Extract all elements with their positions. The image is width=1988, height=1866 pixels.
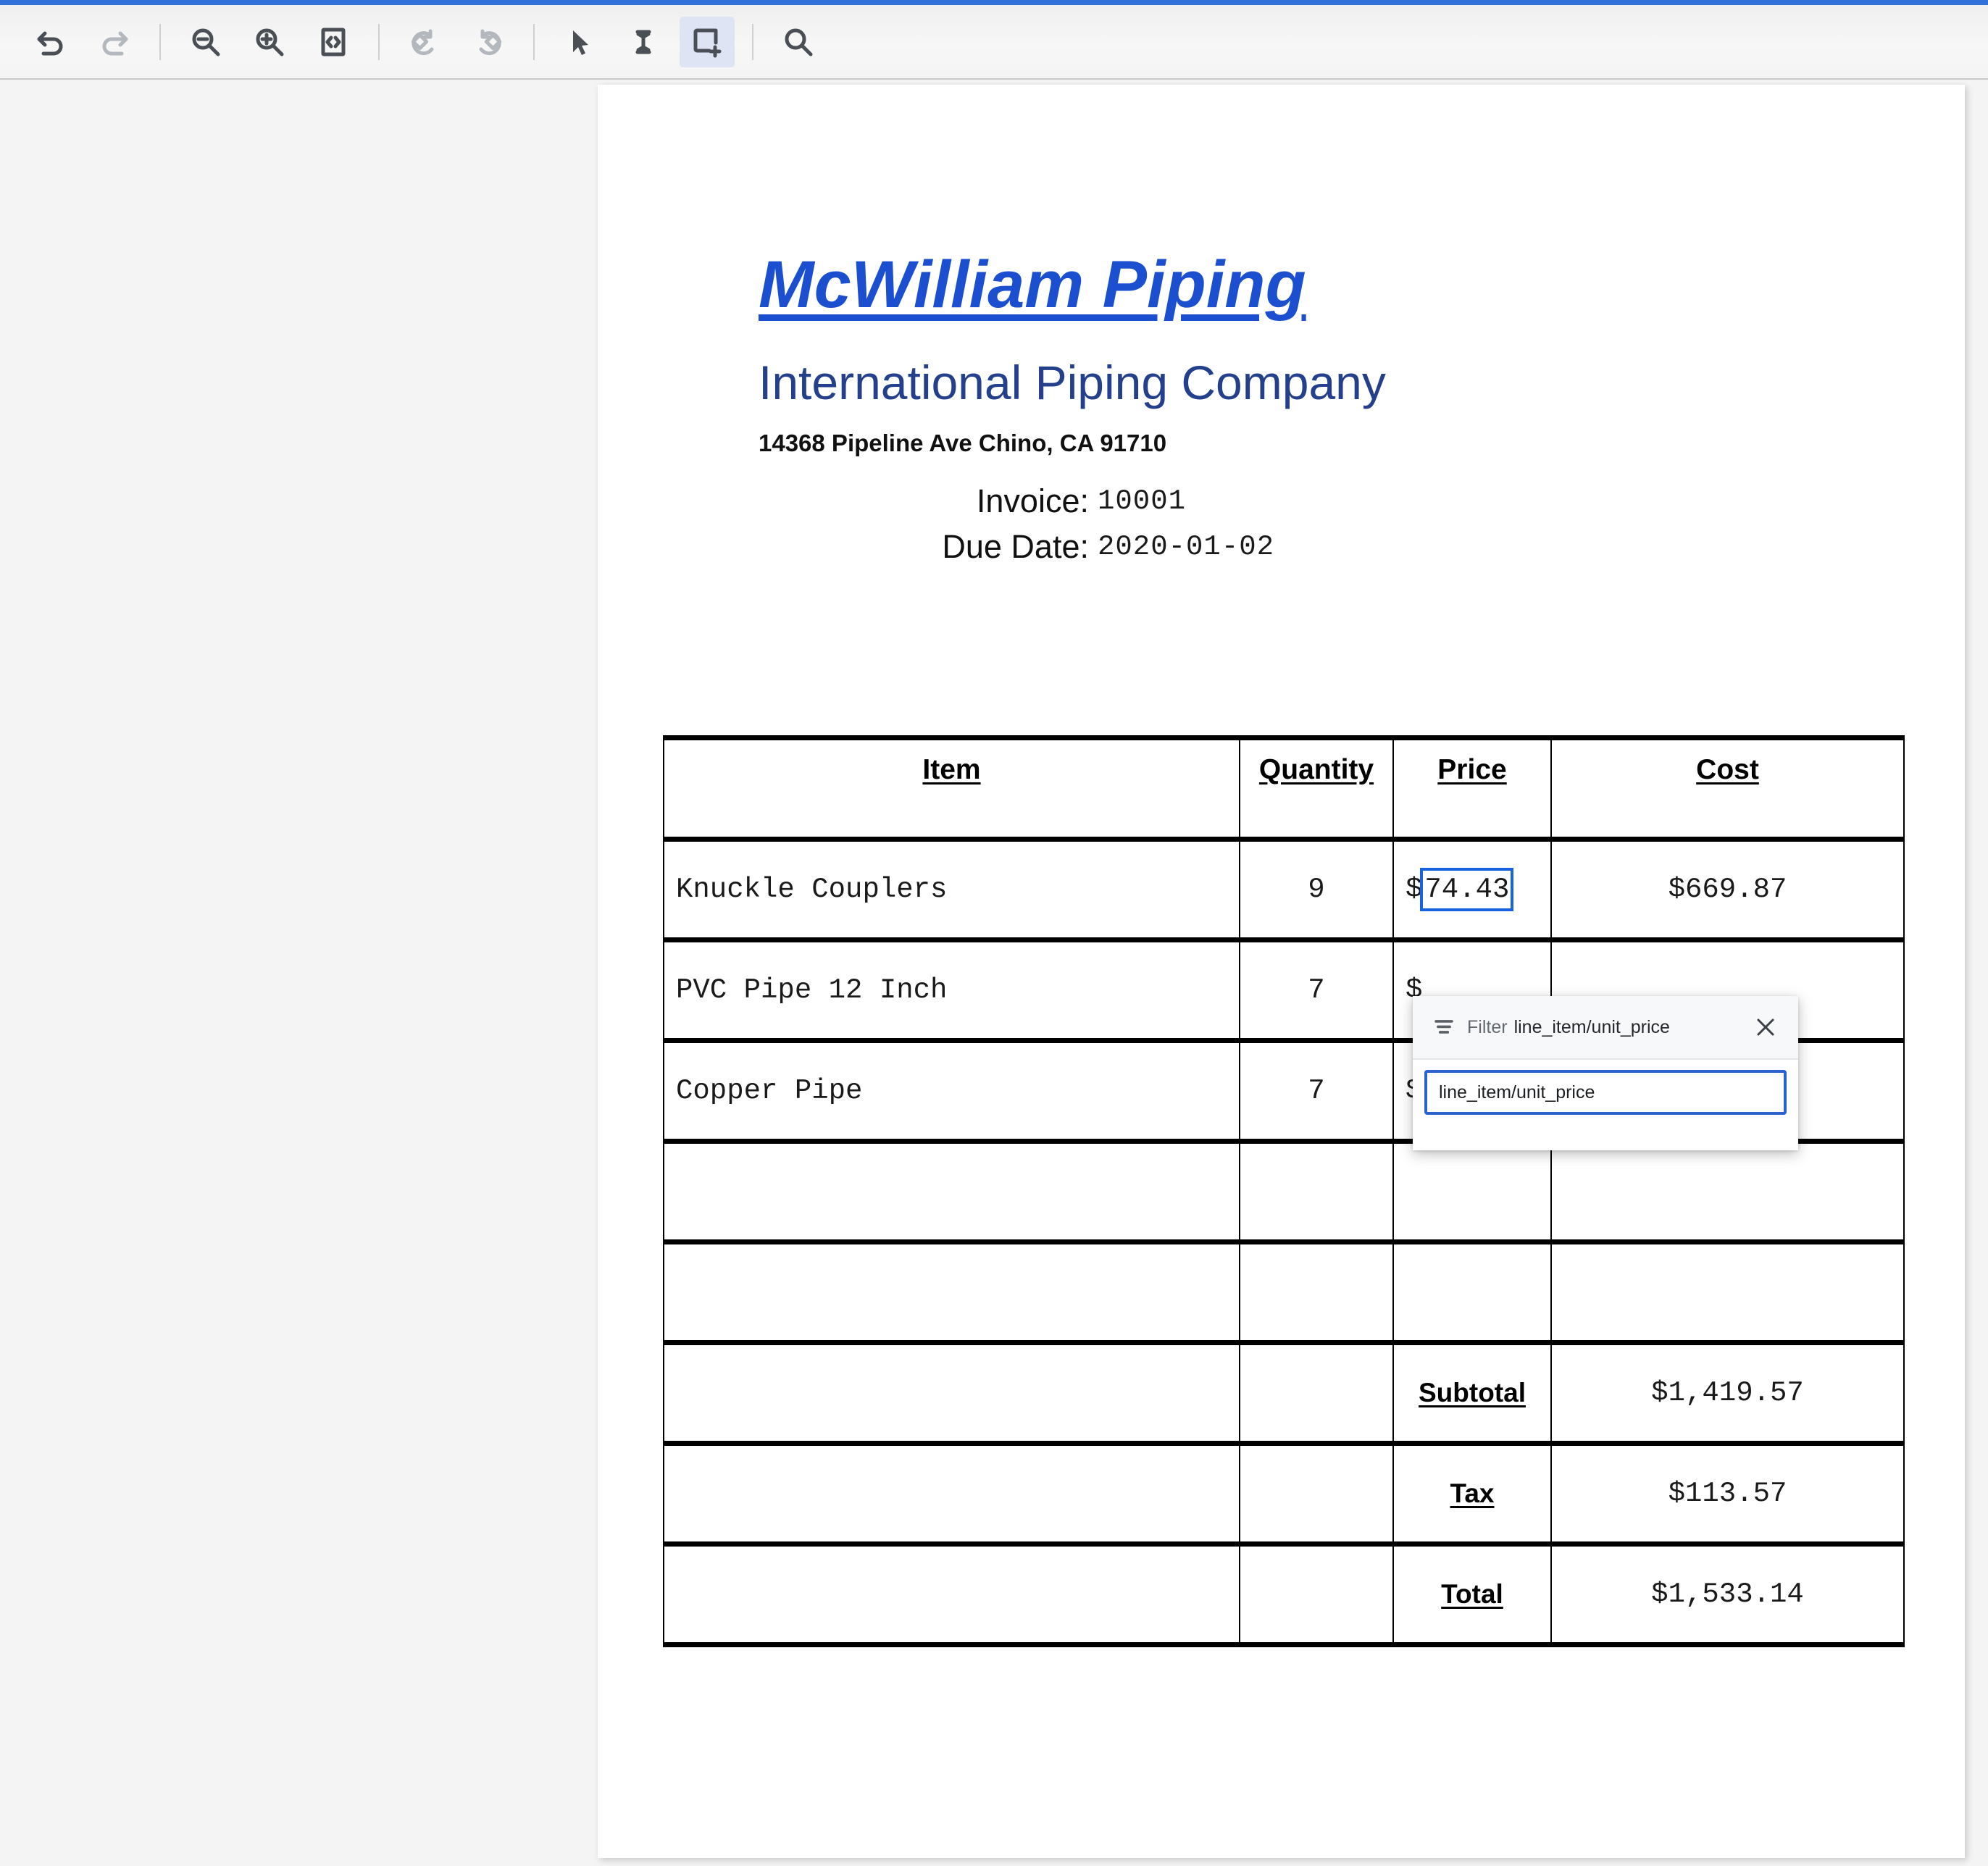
filter-popup-title: Filter line_item/unit_price: [1467, 1017, 1749, 1038]
toolbar-separator: [378, 23, 380, 60]
undo-button[interactable]: [23, 17, 78, 67]
table-header-row: Item Quantity Price Cost: [663, 737, 1905, 840]
cell-quantity[interactable]: [1239, 1241, 1394, 1344]
filter-word: Filter: [1467, 1016, 1508, 1037]
cell-quantity[interactable]: 9: [1239, 838, 1394, 941]
top-accent-bar: [0, 0, 1988, 5]
cell-price[interactable]: [1392, 1140, 1552, 1243]
cell-quantity[interactable]: 7: [1239, 1039, 1394, 1142]
rotate-left-icon: [411, 29, 434, 55]
table-row-subtotal[interactable]: Subtotal $1,419.57: [663, 1342, 1905, 1444]
pointer-tool-button[interactable]: [552, 17, 607, 67]
table-row[interactable]: Knuckle Couplers 9 $ 74.43 $669.87: [663, 838, 1905, 941]
cell-blank: [663, 1442, 1240, 1545]
total-label: Total: [1392, 1543, 1552, 1646]
filter-field-name: line_item/unit_price: [1513, 1016, 1670, 1037]
redo-button[interactable]: [87, 17, 142, 67]
tax-value[interactable]: $113.57: [1550, 1442, 1905, 1545]
zoom-in-icon: [256, 28, 284, 56]
cell-quantity[interactable]: [1239, 1140, 1394, 1243]
toolbar: [0, 5, 1988, 80]
rotate-right-icon: [479, 29, 502, 55]
invoice-page[interactable]: McWilliam Piping International Piping Co…: [598, 85, 1965, 1858]
table-row-total[interactable]: Total $1,533.14: [663, 1543, 1905, 1646]
cell-cost[interactable]: $669.87: [1550, 838, 1905, 941]
cell-item[interactable]: Knuckle Couplers: [663, 838, 1240, 941]
cell-blank: [1239, 1543, 1394, 1646]
table-row[interactable]: [663, 1241, 1905, 1344]
toolbar-separator: [752, 23, 753, 60]
cell-item[interactable]: [663, 1241, 1240, 1344]
redo-icon: [102, 31, 128, 55]
table-row[interactable]: [663, 1140, 1905, 1243]
invoice-number-value[interactable]: 10001: [1098, 485, 1186, 517]
cell-item[interactable]: Copper Pipe: [663, 1039, 1240, 1142]
total-value[interactable]: $1,533.14: [1550, 1543, 1905, 1646]
cell-blank: [1239, 1442, 1394, 1545]
undo-icon: [37, 31, 63, 55]
toolbar-separator: [159, 23, 161, 60]
close-icon: [1757, 1018, 1774, 1036]
due-date-label: Due Date:: [942, 528, 1089, 565]
subtotal-label: Subtotal: [1392, 1342, 1552, 1444]
zoom-in-button[interactable]: [242, 17, 297, 67]
company-name: McWilliam Piping: [759, 248, 1306, 322]
currency-symbol: $: [1406, 874, 1423, 905]
invoice-number-label: Invoice:: [976, 482, 1089, 519]
due-date-row: Due Date: 2020-01-02: [598, 526, 1387, 568]
selected-price-region[interactable]: 74.43: [1420, 868, 1514, 911]
subtotal-value[interactable]: $1,419.57: [1550, 1342, 1905, 1444]
invoice-table: Item Quantity Price Cost Knuckle Coupler…: [663, 735, 1905, 1647]
company-tagline: International Piping Company: [759, 356, 1386, 409]
zoom-out-icon: [192, 28, 220, 56]
price-value-wrap: $ 74.43: [1406, 868, 1539, 911]
invoice-number-row: Invoice: 10001: [598, 480, 1387, 522]
fit-width-button[interactable]: [306, 17, 361, 67]
company-address: 14368 Pipeline Ave Chino, CA 91710: [759, 430, 1167, 456]
zoom-out-button[interactable]: [178, 17, 233, 67]
cell-blank: [663, 1342, 1240, 1444]
filter-input[interactable]: [1424, 1070, 1787, 1115]
due-date-value[interactable]: 2020-01-02: [1098, 531, 1274, 563]
filter-popup[interactable]: Filter line_item/unit_price: [1413, 996, 1798, 1150]
toolbar-separator: [533, 23, 535, 60]
header-item[interactable]: Item: [663, 737, 1240, 840]
table-row-tax[interactable]: Tax $113.57: [663, 1442, 1905, 1545]
cell-quantity[interactable]: 7: [1239, 939, 1394, 1042]
text-select-tool-button[interactable]: [616, 17, 671, 67]
text-cursor-icon: [635, 30, 651, 54]
close-button[interactable]: [1749, 1011, 1782, 1044]
pointer-icon: [573, 30, 588, 55]
cell-blank: [663, 1543, 1240, 1646]
rotate-right-button[interactable]: [461, 17, 516, 67]
cell-blank: [1239, 1342, 1394, 1444]
cell-item[interactable]: [663, 1140, 1240, 1243]
cell-cost[interactable]: [1550, 1241, 1905, 1344]
filter-popup-header: Filter line_item/unit_price: [1413, 996, 1798, 1060]
add-region-tool-button[interactable]: [680, 16, 735, 67]
rotate-left-button[interactable]: [397, 17, 452, 67]
search-button[interactable]: [771, 17, 826, 67]
header-cost[interactable]: Cost: [1550, 737, 1905, 840]
cell-price[interactable]: $ 74.43: [1392, 838, 1552, 941]
add-region-icon: [693, 28, 722, 57]
cell-cost[interactable]: [1550, 1140, 1905, 1243]
cell-price[interactable]: [1392, 1241, 1552, 1344]
document-canvas[interactable]: McWilliam Piping International Piping Co…: [0, 80, 1988, 1866]
header-price[interactable]: Price: [1392, 737, 1552, 840]
filter-icon: [1434, 1020, 1453, 1034]
cell-item[interactable]: PVC Pipe 12 Inch: [663, 939, 1240, 1042]
filter-popup-body: [1413, 1060, 1798, 1149]
tax-label: Tax: [1392, 1442, 1552, 1545]
fit-width-icon: [321, 28, 346, 56]
search-icon: [785, 28, 813, 56]
header-quantity[interactable]: Quantity: [1239, 737, 1394, 840]
